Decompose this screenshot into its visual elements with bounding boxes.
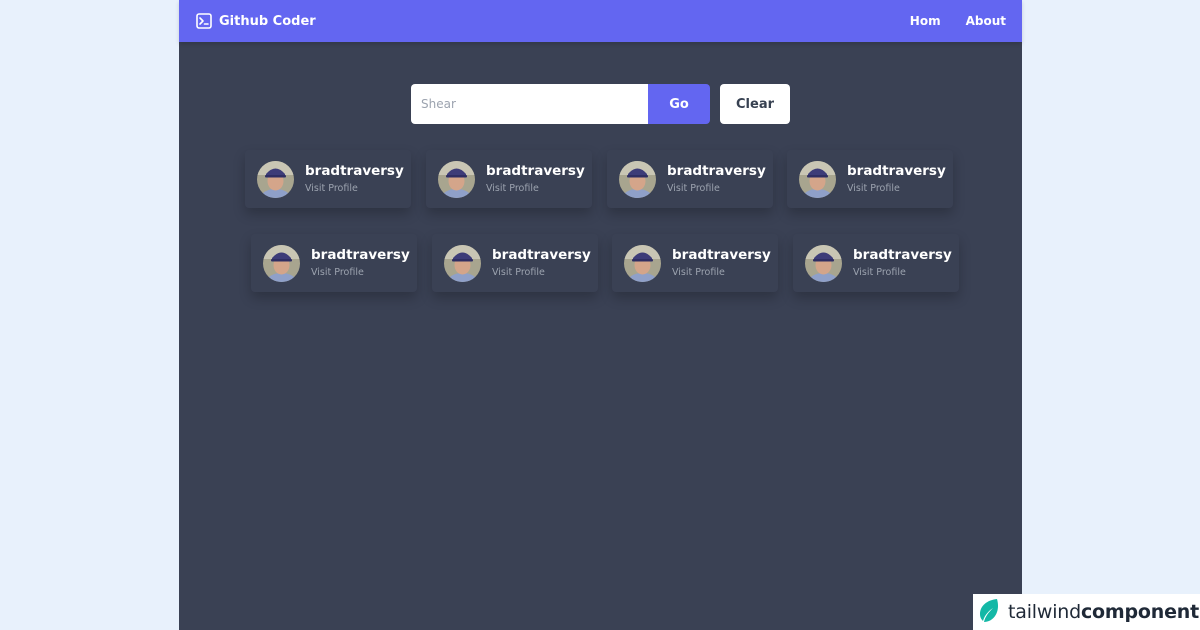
user-card[interactable]: bradtraversy Visit Profile	[612, 234, 778, 292]
user-card[interactable]: bradtraversy Visit Profile	[787, 150, 953, 208]
user-avatar	[624, 244, 661, 282]
search-bar: Go Clear	[411, 84, 790, 124]
username: bradtraversy	[667, 163, 766, 179]
tailwindcomponents-badge[interactable]: tailwindcomponents	[973, 594, 1200, 630]
user-avatar	[438, 160, 475, 198]
user-avatar	[257, 160, 294, 198]
user-info: bradtraversy Visit Profile	[305, 163, 404, 195]
user-card[interactable]: bradtraversy Visit Profile	[426, 150, 592, 208]
visit-profile-link[interactable]: Visit Profile	[486, 183, 585, 195]
user-card[interactable]: bradtraversy Visit Profile	[245, 150, 411, 208]
nav-links: Hom About	[910, 14, 1006, 28]
visit-profile-link[interactable]: Visit Profile	[672, 267, 771, 279]
visit-profile-link[interactable]: Visit Profile	[853, 267, 952, 279]
user-info: bradtraversy Visit Profile	[486, 163, 585, 195]
clear-button[interactable]: Clear	[720, 84, 790, 124]
username: bradtraversy	[672, 247, 771, 263]
user-info: bradtraversy Visit Profile	[311, 247, 410, 279]
username: bradtraversy	[486, 163, 585, 179]
terminal-icon	[196, 13, 212, 29]
user-info: bradtraversy Visit Profile	[492, 247, 591, 279]
user-avatar	[799, 160, 836, 198]
visit-profile-link[interactable]: Visit Profile	[305, 183, 404, 195]
username: bradtraversy	[492, 247, 591, 263]
username: bradtraversy	[311, 247, 410, 263]
visit-profile-link[interactable]: Visit Profile	[492, 267, 591, 279]
user-info: bradtraversy Visit Profile	[672, 247, 771, 279]
user-card[interactable]: bradtraversy Visit Profile	[607, 150, 773, 208]
user-card[interactable]: bradtraversy Visit Profile	[793, 234, 959, 292]
search-input[interactable]	[411, 84, 648, 124]
user-avatar	[444, 244, 481, 282]
brand[interactable]: Github Coder	[196, 13, 316, 29]
username: bradtraversy	[853, 247, 952, 263]
app-container: Github Coder Hom About Go Clear bradtrav…	[179, 0, 1022, 630]
user-avatar	[619, 160, 656, 198]
tailwindcomponents-wordmark: tailwindcomponents	[1008, 601, 1200, 623]
username: bradtraversy	[847, 163, 946, 179]
user-card[interactable]: bradtraversy Visit Profile	[251, 234, 417, 292]
go-button[interactable]: Go	[648, 84, 710, 124]
tailwind-leaf-icon	[977, 597, 1001, 627]
visit-profile-link[interactable]: Visit Profile	[847, 183, 946, 195]
user-info: bradtraversy Visit Profile	[847, 163, 946, 195]
user-card[interactable]: bradtraversy Visit Profile	[432, 234, 598, 292]
visit-profile-link[interactable]: Visit Profile	[667, 183, 766, 195]
username: bradtraversy	[305, 163, 404, 179]
navbar: Github Coder Hom About	[179, 0, 1022, 42]
brand-label: Github Coder	[219, 13, 316, 29]
nav-link-home[interactable]: Hom	[910, 14, 941, 28]
user-avatar	[263, 244, 300, 282]
nav-link-about[interactable]: About	[966, 14, 1006, 28]
user-info: bradtraversy Visit Profile	[667, 163, 766, 195]
user-avatar	[805, 244, 842, 282]
user-info: bradtraversy Visit Profile	[853, 247, 952, 279]
visit-profile-link[interactable]: Visit Profile	[311, 267, 410, 279]
